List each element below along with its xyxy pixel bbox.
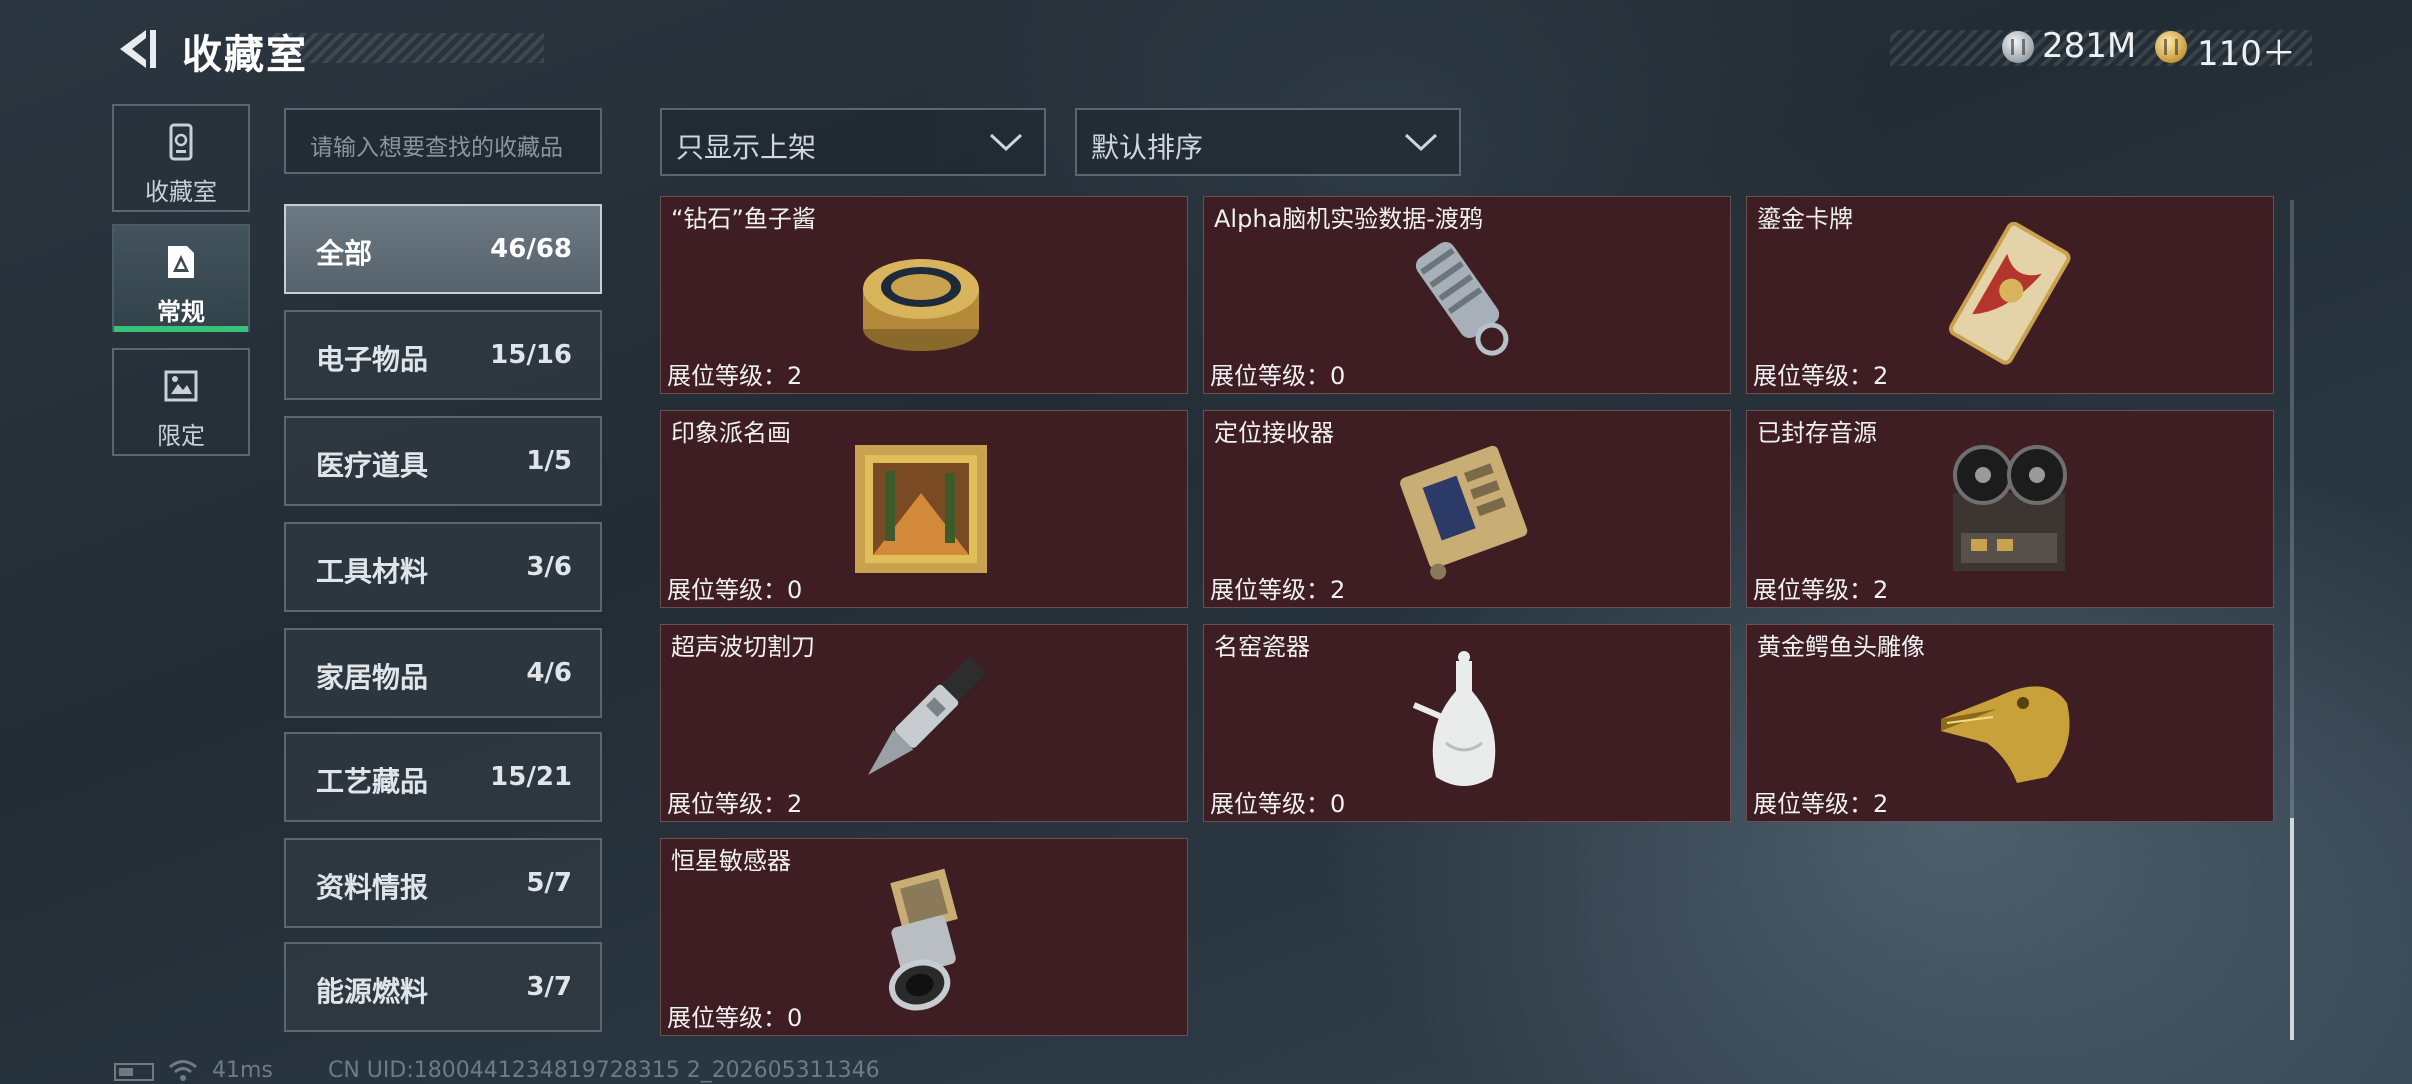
collectible-card[interactable]: 印象派名画 展位等级：0	[660, 410, 1188, 608]
category-tools[interactable]: 工具材料 3/6	[284, 522, 602, 612]
collectible-card[interactable]: 恒星敏感器 展位等级：0	[660, 838, 1188, 1036]
scrollbar-thumb[interactable]	[2290, 818, 2294, 1040]
category-name: 医疗道具	[316, 449, 429, 482]
category-count: 5/7	[526, 868, 572, 898]
category-count: 46/68	[490, 234, 572, 264]
display-level: 展位等级：2	[1210, 576, 1346, 604]
item-name: “钻石”鱼子酱	[671, 205, 816, 233]
page-title: 收藏室	[182, 32, 308, 78]
gold-coin-icon	[2155, 31, 2187, 63]
side-tab-collection-room[interactable]: 收藏室	[112, 104, 250, 212]
item-name: 已封存音源	[1757, 419, 1877, 447]
display-level: 展位等级：0	[667, 576, 803, 604]
category-household[interactable]: 家居物品 4/6	[284, 628, 602, 718]
item-name: 印象派名画	[671, 419, 791, 447]
shelf-filter-value: 只显示上架	[676, 131, 817, 164]
gold-crocodile-icon	[1941, 686, 2070, 783]
category-name: 工具材料	[316, 555, 429, 588]
battery-icon	[114, 1063, 154, 1081]
category-count: 4/6	[526, 658, 572, 688]
wifi-icon	[169, 1060, 197, 1081]
reel-recorder-icon	[1953, 445, 2067, 571]
collectible-card[interactable]: Alpha脑机实验数据-渡鸦 展位等级：0	[1203, 196, 1731, 394]
display-level: 展位等级：0	[667, 1004, 803, 1032]
shelf-filter-dropdown[interactable]: 只显示上架	[660, 108, 1046, 176]
uid-text: CN UID:1800441234819728315 2_20260531134…	[328, 1058, 880, 1083]
gold-amount[interactable]: 110＋	[2197, 26, 2296, 75]
category-crafts[interactable]: 工艺藏品 15/21	[284, 732, 602, 822]
category-name: 资料情报	[316, 871, 429, 904]
item-name: 鎏金卡牌	[1757, 205, 1853, 233]
side-tab-regular[interactable]: 常规	[112, 224, 250, 332]
silver-amount: 281M	[2042, 26, 2137, 66]
category-electronics[interactable]: 电子物品 15/16	[284, 310, 602, 400]
ultrasonic-knife-icon	[867, 656, 987, 776]
display-level: 展位等级：2	[667, 362, 803, 390]
display-level: 展位等级：2	[1753, 362, 1889, 390]
chevron-down-icon	[989, 133, 1023, 152]
porcelain-vase-icon	[1412, 651, 1496, 786]
gilded-card-icon	[1948, 221, 2071, 365]
category-fuel[interactable]: 能源燃料 3/7	[284, 942, 602, 1032]
painting-icon	[855, 445, 987, 573]
item-name: 黄金鳄鱼头雕像	[1757, 633, 1925, 661]
active-tab-indicator	[114, 326, 248, 332]
display-level: 展位等级：2	[1753, 576, 1889, 604]
side-tab-limited[interactable]: 限定	[112, 348, 250, 456]
silver-coin-icon	[2002, 31, 2034, 63]
category-count: 15/16	[490, 340, 572, 370]
collectible-card[interactable]: 黄金鳄鱼头雕像 展位等级：2	[1746, 624, 2274, 822]
collectible-card[interactable]: 已封存音源 展位等级：2	[1746, 410, 2274, 608]
item-name: 恒星敏感器	[671, 847, 791, 875]
category-medical[interactable]: 医疗道具 1/5	[284, 416, 602, 506]
category-name: 能源燃料	[316, 975, 429, 1008]
item-name: 名窑瓷器	[1214, 633, 1310, 661]
chevron-down-icon	[1404, 133, 1438, 152]
data-drive-icon	[1415, 241, 1509, 356]
collection-icon	[168, 246, 194, 278]
back-arrow-icon[interactable]	[112, 26, 158, 72]
collectible-card[interactable]: “钻石”鱼子酱 展位等级：2	[660, 196, 1188, 394]
category-name: 全部	[316, 237, 373, 270]
item-name: 超声波切割刀	[671, 633, 815, 661]
star-sensor-icon	[889, 868, 958, 1011]
item-name: 定位接收器	[1214, 419, 1334, 447]
latency-text: 41ms	[212, 1058, 273, 1083]
search-input[interactable]: 请输入想要查找的收藏品	[284, 108, 602, 174]
display-level: 展位等级：2	[1753, 790, 1889, 818]
title-decoration	[272, 33, 544, 63]
collectible-card[interactable]: 鎏金卡牌 展位等级：2	[1746, 196, 2274, 394]
category-name: 电子物品	[316, 343, 429, 376]
category-count: 15/21	[490, 762, 572, 792]
display-level: 展位等级：0	[1210, 790, 1346, 818]
collectible-card[interactable]: 定位接收器 展位等级：2	[1203, 410, 1731, 608]
category-all[interactable]: 全部 46/68	[284, 204, 602, 294]
display-level: 展位等级：2	[667, 790, 803, 818]
side-tab-label: 收藏室	[145, 178, 217, 206]
side-tab-label: 常规	[157, 298, 205, 326]
sort-dropdown[interactable]: 默认排序	[1075, 108, 1461, 176]
receiver-icon	[1400, 445, 1528, 580]
limited-icon	[164, 370, 198, 402]
category-name: 工艺藏品	[316, 765, 429, 798]
cabinet-icon	[169, 123, 193, 161]
category-name: 家居物品	[316, 661, 429, 694]
collectible-card[interactable]: 名窑瓷器 展位等级：0	[1203, 624, 1731, 822]
collectible-card[interactable]: 超声波切割刀 展位等级：2	[660, 624, 1188, 822]
category-intel[interactable]: 资料情报 5/7	[284, 838, 602, 928]
category-count: 3/6	[526, 552, 572, 582]
category-count: 3/7	[526, 972, 572, 1002]
sort-value: 默认排序	[1091, 131, 1204, 164]
display-level: 展位等级：0	[1210, 362, 1346, 390]
category-count: 1/5	[526, 446, 572, 476]
caviar-tin-icon	[863, 259, 979, 351]
side-tab-label: 限定	[157, 422, 205, 450]
